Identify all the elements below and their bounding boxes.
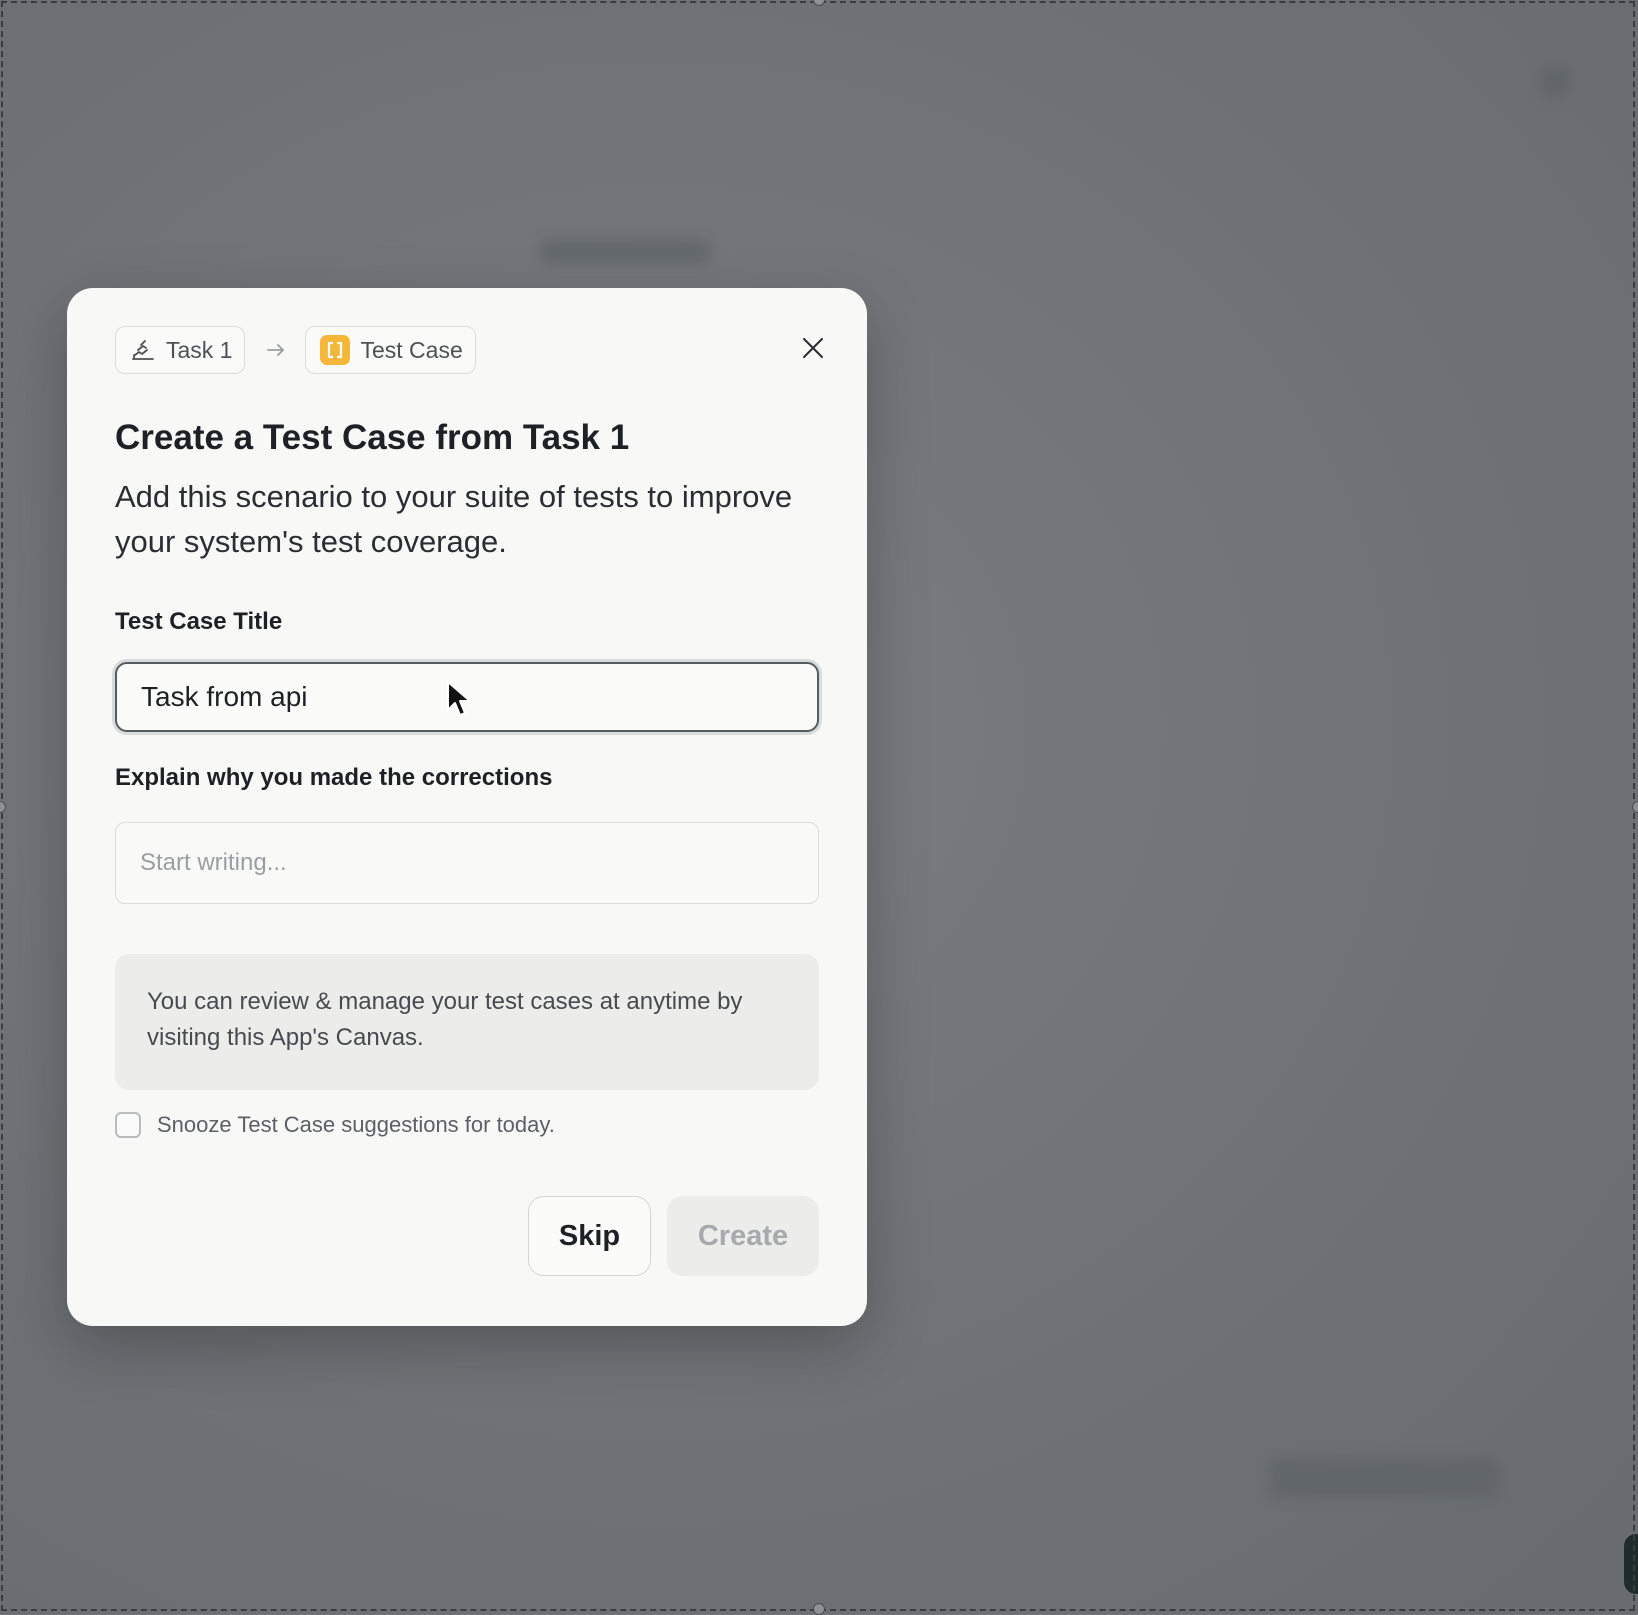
close-icon xyxy=(803,338,823,358)
breadcrumb-test-case-label: Test Case xyxy=(360,336,463,363)
corrections-input[interactable] xyxy=(115,822,819,904)
background-blurred-element xyxy=(1540,66,1570,96)
create-test-case-dialog: Task 1 Test Case Create a Test Case from… xyxy=(67,288,867,1326)
background-corner-widget xyxy=(1624,1534,1638,1594)
breadcrumb-task[interactable]: Task 1 xyxy=(115,326,246,374)
dialog-title: Create a Test Case from Task 1 xyxy=(115,418,630,457)
close-button[interactable] xyxy=(799,334,827,362)
corrections-label: Explain why you made the corrections xyxy=(115,764,553,791)
snooze-checkbox[interactable] xyxy=(115,1112,141,1138)
background-blurred-element xyxy=(1270,1458,1500,1498)
snooze-option[interactable]: Snooze Test Case suggestions for today. xyxy=(115,1112,555,1138)
breadcrumb-test-case[interactable]: Test Case xyxy=(305,326,476,374)
skip-button[interactable]: Skip xyxy=(528,1196,651,1276)
brackets-icon xyxy=(320,335,351,365)
mouse-pointer-icon xyxy=(447,681,471,716)
info-box: You can review & manage your test cases … xyxy=(115,954,819,1090)
arrow-right-icon xyxy=(265,339,287,361)
resize-handle-bottom[interactable] xyxy=(813,1603,825,1615)
resize-handle-right[interactable] xyxy=(1632,801,1638,813)
breadcrumb-task-label: Task 1 xyxy=(166,336,233,363)
breadcrumb: Task 1 Test Case xyxy=(115,324,476,376)
test-case-title-label: Test Case Title xyxy=(115,608,283,635)
task-stack-icon xyxy=(130,337,156,363)
background-blurred-label xyxy=(540,238,710,264)
info-text: You can review & manage your test cases … xyxy=(147,988,743,1051)
snooze-label: Snooze Test Case suggestions for today. xyxy=(157,1112,555,1137)
create-button[interactable]: Create xyxy=(667,1196,819,1276)
dialog-subtitle: Add this scenario to your suite of tests… xyxy=(115,479,793,559)
